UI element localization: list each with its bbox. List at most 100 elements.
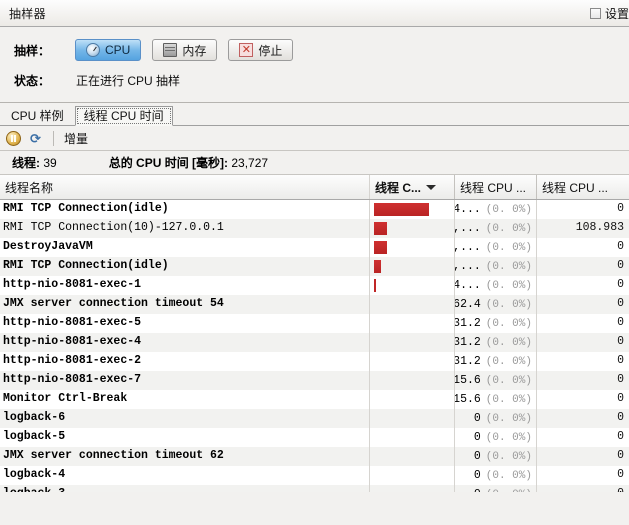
cpu-value: 3,... — [455, 240, 481, 254]
cell-thread-cpu-other: 0 — [617, 354, 624, 367]
column-header-thread-cpu-other[interactable]: 线程 CPU ... — [537, 175, 629, 199]
cell-thread-cpu: 14... (0. 0%) — [455, 200, 537, 219]
table-toolbar: ⟳ 增量 — [0, 126, 629, 151]
threads-count: 线程: 39 — [12, 154, 57, 171]
cpu-value: 14... — [455, 202, 481, 216]
cpu-value: 0 — [473, 468, 481, 482]
stop-button-label: 停止 — [258, 43, 283, 58]
cpu-value: 62.4 — [455, 297, 481, 311]
cell-thread-name: http-nio-8081-exec-7 — [0, 371, 370, 390]
stop-sample-button[interactable]: ✕ 停止 — [228, 39, 294, 61]
cpu-bar — [374, 279, 376, 292]
cell-thread-cpu: 15.6 (0. 0%) — [455, 371, 537, 390]
cell-thread-name: logback-4 — [0, 466, 370, 485]
tab-strip: CPU 样例 线程 CPU 时间 — [0, 103, 629, 126]
tab-cpu-samples[interactable]: CPU 样例 — [2, 106, 73, 125]
cpu-percent: (0. 0%) — [485, 355, 532, 368]
table-row[interactable]: RMI TCP Connection(idle) 1,... (0. 0%) 0 — [0, 257, 629, 276]
toolbar-separator — [53, 130, 54, 146]
status-label: 状态： — [14, 73, 51, 88]
cell-thread-cpu-other: 0 — [617, 202, 624, 215]
cell-thread-name: RMI TCP Connection(idle) — [0, 200, 370, 219]
cell-thread-cpu-other: 0 — [617, 411, 624, 424]
cpu-button-label: CPU — [105, 43, 131, 57]
cell-thread-name: JMX server connection timeout 54 — [0, 295, 370, 314]
column-header-thread-cpu-bar[interactable]: 线程 C... — [370, 175, 455, 199]
table-row[interactable]: http-nio-8081-exec-4 31.2 (0. 0%) 0 — [0, 333, 629, 352]
cpu-value: 31.2 — [455, 316, 481, 330]
cell-thread-cpu-other: 0 — [617, 392, 624, 405]
cell-thread-cpu-other: 0 — [617, 449, 624, 462]
cell-thread-cpu-other: 0 — [617, 278, 624, 291]
cpu-percent: (0. 0%) — [485, 412, 532, 425]
cpu-percent: (0. 0%) — [485, 279, 532, 292]
cell-thread-cpu-other: 0 — [617, 259, 624, 272]
cpu-percent: (0. 0%) — [485, 298, 532, 311]
cell-thread-name: http-nio-8081-exec-1 — [0, 276, 370, 295]
table-row[interactable]: RMI TCP Connection(10)-127.0.0.1 3,... (0.… — [0, 219, 629, 238]
delta-toggle-label[interactable]: 增量 — [64, 130, 88, 147]
table-row[interactable]: logback-3 0 (0. 0%) 0 — [0, 485, 629, 492]
memory-icon — [163, 43, 178, 57]
table-row[interactable]: logback-4 0 (0. 0%) 0 — [0, 466, 629, 485]
cell-thread-name: RMI TCP Connection(10)-127.0.0.1 — [0, 219, 370, 238]
cpu-percent: (0. 0%) — [485, 241, 532, 254]
summary-bar: 线程: 39 总的 CPU 时间 [毫秒]: 23,727 — [0, 151, 629, 175]
sample-row: 抽样： CPU 内存 ✕ 停止 — [0, 35, 629, 65]
cpu-icon — [86, 43, 100, 57]
cell-thread-cpu-other: 0 — [617, 335, 624, 348]
cell-thread-name: DestroyJavaVM — [0, 238, 370, 257]
cell-thread-cpu-bar — [370, 466, 455, 485]
cell-thread-cpu-bar — [370, 219, 455, 238]
tab-thread-cpu-time[interactable]: 线程 CPU 时间 — [74, 106, 173, 126]
table-row[interactable]: http-nio-8081-exec-7 15.6 (0. 0%) 0 — [0, 371, 629, 390]
table-row[interactable]: logback-6 0 (0. 0%) 0 — [0, 409, 629, 428]
cell-thread-name: Monitor Ctrl-Break — [0, 390, 370, 409]
settings-checkbox[interactable]: 设置 — [589, 5, 629, 22]
column-header-thread-cpu[interactable]: 线程 CPU ... — [455, 175, 537, 199]
cell-thread-cpu-bar — [370, 485, 455, 492]
pause-icon[interactable] — [6, 130, 21, 146]
cell-thread-cpu: 34... (0. 0%) — [455, 276, 537, 295]
refresh-icon[interactable]: ⟳ — [28, 131, 43, 146]
checkbox-box[interactable] — [589, 8, 601, 19]
cpu-bar — [374, 222, 387, 235]
table-row[interactable]: RMI TCP Connection(idle) 14... (0. 0%) 0 — [0, 200, 629, 219]
table-row[interactable]: DestroyJavaVM 3,... (0. 0%) 0 — [0, 238, 629, 257]
cell-thread-name: http-nio-8081-exec-5 — [0, 314, 370, 333]
memory-sample-button[interactable]: 内存 — [152, 39, 218, 61]
cell-thread-cpu-bar — [370, 371, 455, 390]
cell-thread-cpu-other: 108.983 — [575, 221, 624, 234]
cell-thread-cpu: 0 (0. 0%) — [455, 409, 537, 428]
cpu-value: 0 — [473, 411, 481, 425]
cell-thread-cpu-bar — [370, 447, 455, 466]
column-header-thread-cpu-bar-label: 线程 C... — [375, 180, 422, 195]
cpu-percent: (0. 0%) — [485, 431, 532, 444]
cell-thread-cpu: 0 (0. 0%) — [455, 447, 537, 466]
table-row[interactable]: logback-5 0 (0. 0%) 0 — [0, 428, 629, 447]
table-row[interactable]: Monitor Ctrl-Break 15.6 (0. 0%) 0 — [0, 390, 629, 409]
cell-thread-cpu-bar — [370, 390, 455, 409]
cpu-percent: (0. 0%) — [485, 450, 532, 463]
status-row: 状态： 正在进行 CPU 抽样 — [0, 65, 629, 95]
table-row[interactable]: http-nio-8081-exec-2 31.2 (0. 0%) 0 — [0, 352, 629, 371]
cell-thread-cpu-other: 0 — [617, 373, 624, 386]
cell-thread-cpu-other: 0 — [617, 297, 624, 310]
cell-thread-name: http-nio-8081-exec-4 — [0, 333, 370, 352]
cell-thread-cpu: 1,... (0. 0%) — [455, 257, 537, 276]
cell-thread-cpu: 3,... (0. 0%) — [455, 238, 537, 257]
cpu-percent: (0. 0%) — [485, 260, 532, 273]
table-row[interactable]: JMX server connection timeout 54 62.4 (0. … — [0, 295, 629, 314]
cell-thread-cpu-other: 0 — [617, 316, 624, 329]
cell-thread-cpu-bar — [370, 238, 455, 257]
table-row[interactable]: JMX server connection timeout 62 0 (0. 0%)… — [0, 447, 629, 466]
cpu-sample-button[interactable]: CPU — [75, 39, 142, 61]
status-text: 正在进行 CPU 抽样 — [76, 73, 181, 88]
column-header-thread-name[interactable]: 线程名称 — [0, 175, 370, 199]
cpu-value: 0 — [474, 486, 481, 493]
cell-thread-cpu-bar — [370, 257, 455, 276]
cell-thread-cpu-bar — [370, 428, 455, 447]
table-row[interactable]: http-nio-8081-exec-5 31.2 (0. 0%) 0 — [0, 314, 629, 333]
table-row[interactable]: http-nio-8081-exec-1 34... (0. 0%) 0 — [0, 276, 629, 295]
total-cpu-value: 23,727 — [231, 156, 269, 170]
